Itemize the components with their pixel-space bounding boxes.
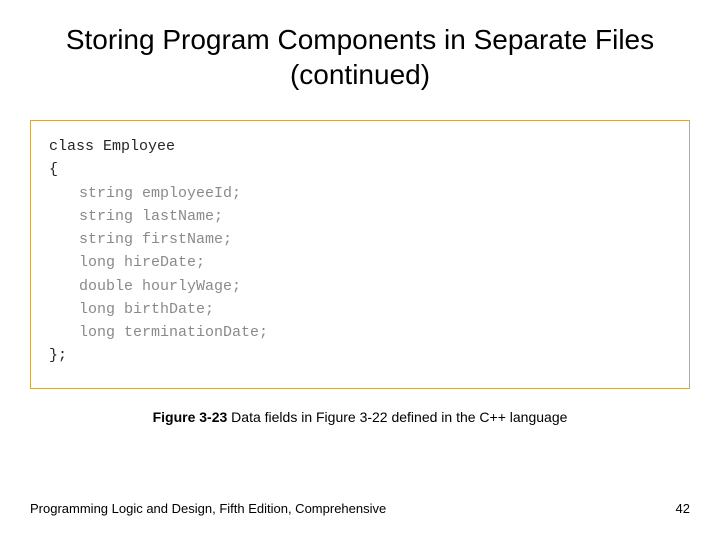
code-field: string lastName; [49,205,671,228]
figure-caption-text: Data fields in Figure 3-22 defined in th… [227,409,567,425]
code-field: string employeeId; [49,182,671,205]
footer-book-title: Programming Logic and Design, Fifth Edit… [30,501,386,516]
code-field: string firstName; [49,228,671,251]
figure-number: Figure 3-23 [153,409,228,425]
code-figure-box: class Employee { string employeeId; stri… [30,120,690,389]
slide-title: Storing Program Components in Separate F… [0,0,720,92]
code-field: long terminationDate; [49,321,671,344]
code-field: long hireDate; [49,251,671,274]
code-field: long birthDate; [49,298,671,321]
slide-footer: Programming Logic and Design, Fifth Edit… [30,501,690,516]
footer-page-number: 42 [676,501,690,516]
figure-caption: Figure 3-23 Data fields in Figure 3-22 d… [0,409,720,425]
code-line-open-brace: { [49,158,671,181]
code-line-close: }; [49,344,671,367]
code-field: double hourlyWage; [49,275,671,298]
code-line-class: class Employee [49,135,671,158]
